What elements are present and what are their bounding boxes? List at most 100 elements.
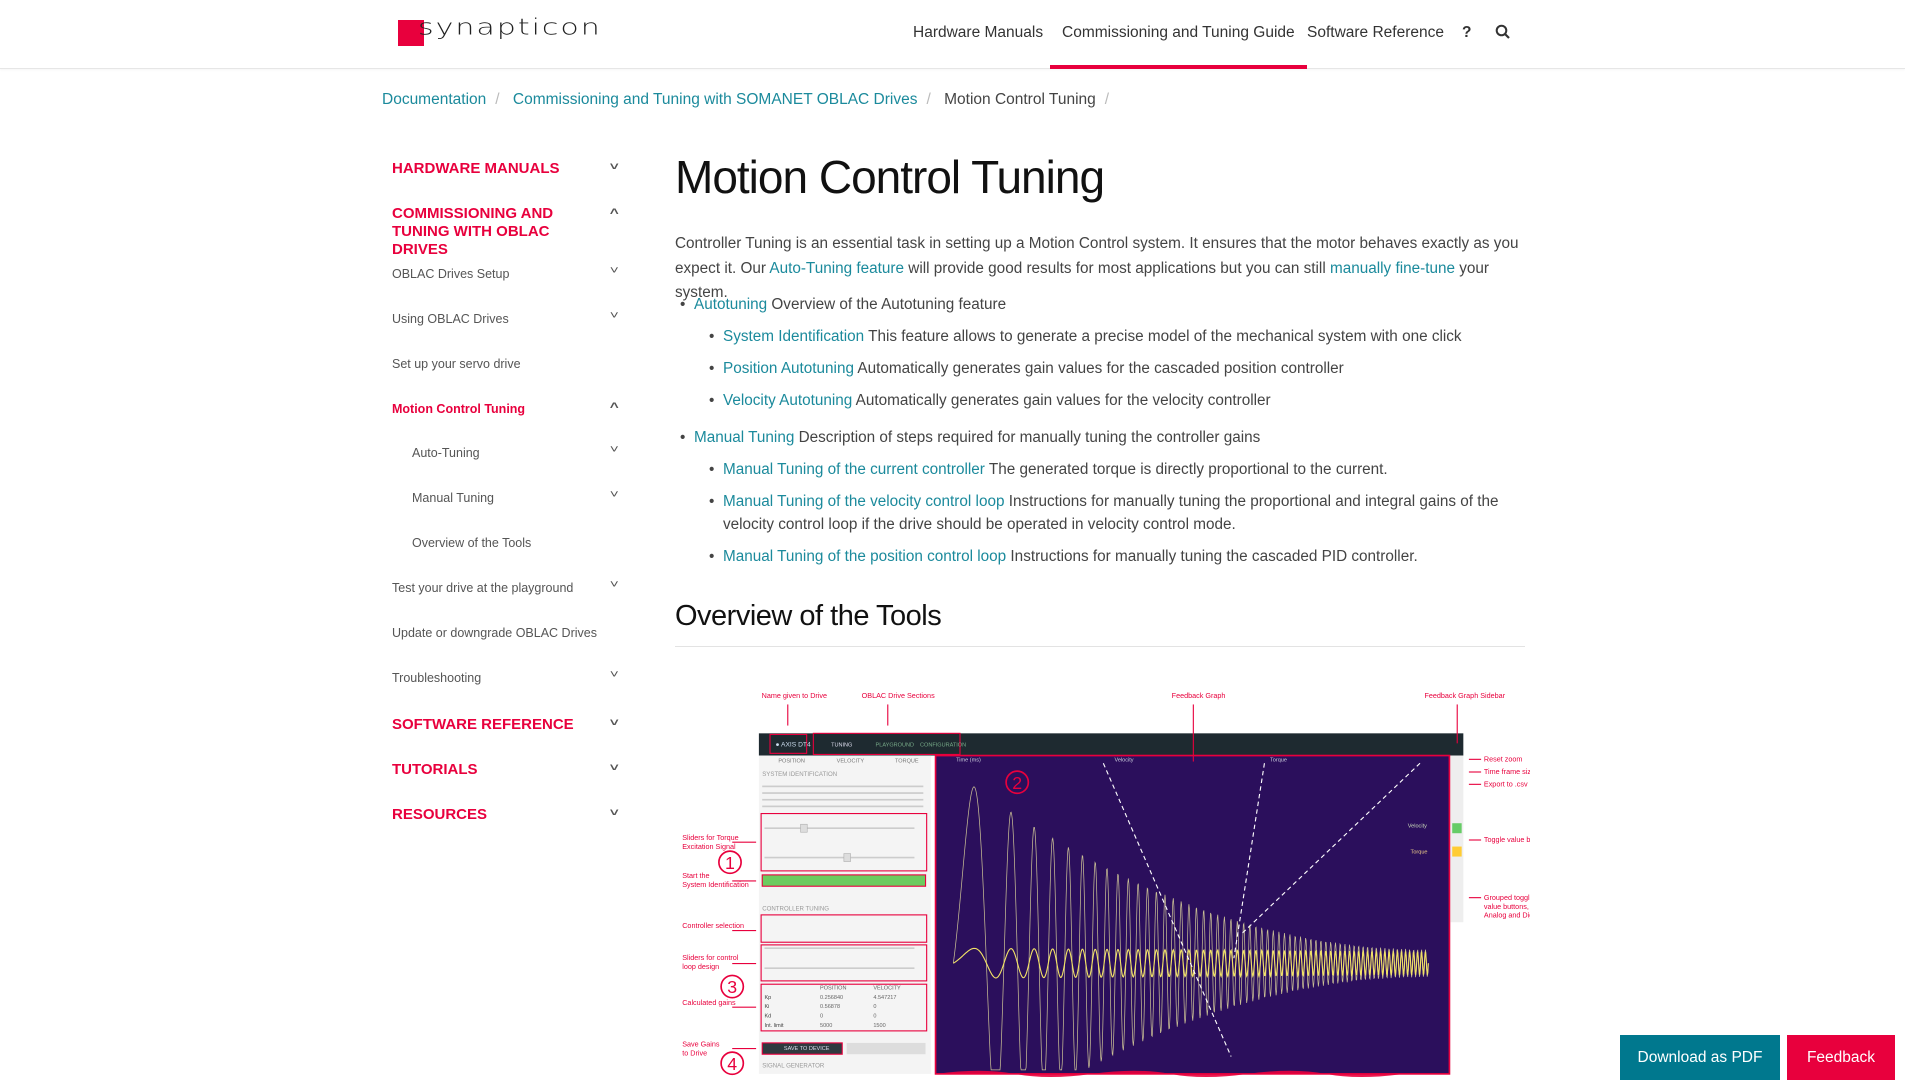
chevron-down-icon[interactable]: ˅ (609, 489, 618, 501)
svg-text:TUNING: TUNING (831, 743, 852, 749)
fine-tune-link[interactable]: manually fine-tune (1330, 260, 1455, 277)
list-item-link[interactable]: Velocity Autotuning (723, 392, 852, 409)
svg-text:Sliders for control: Sliders for control (682, 953, 739, 962)
feedback-button[interactable]: Feedback (1787, 1035, 1895, 1080)
sidebar-item-label: Motion Control Tuning (392, 402, 526, 416)
chevron-up-icon[interactable]: ˄ (609, 400, 618, 412)
svg-text:Time (ms): Time (ms) (956, 758, 981, 764)
svg-text:Save Gains: Save Gains (682, 1040, 720, 1049)
breadcrumb-documentation[interactable]: Documentation (382, 91, 486, 108)
chevron-up-icon[interactable]: ˄ (609, 203, 618, 221)
svg-text:CONTROLLER TUNING: CONTROLLER TUNING (762, 906, 829, 913)
sidebar-item-label: HARDWARE MANUALS (392, 160, 560, 177)
chevron-down-icon[interactable]: ˅ (609, 265, 618, 277)
sidebar-item-test-your-drive-at-the-playground[interactable]: Test your drive at the playground ˅ (392, 579, 618, 595)
sidebar-item-update-or-downgrade-oblac-drives[interactable]: Update or downgrade OBLAC Drives (392, 626, 617, 640)
sidebar-item-label: Using OBLAC Drives (392, 312, 509, 326)
nav-hardware-manuals[interactable]: Hardware Manuals (913, 0, 1043, 69)
list-item: Velocity Autotuning Automatically genera… (709, 389, 1525, 412)
svg-text:loop design: loop design (682, 962, 719, 971)
sidebar-item-hardware-manuals[interactable]: HARDWARE MANUALS ˅ (392, 158, 618, 178)
list-item: Manual Tuning of the current controller … (709, 458, 1525, 481)
svg-text:3: 3 (727, 977, 737, 997)
sidebar-item-tutorials[interactable]: TUTORIALS ˅ (392, 759, 618, 779)
svg-text:Calculated gains: Calculated gains (682, 998, 736, 1007)
svg-text:Velocity: Velocity (1408, 824, 1427, 830)
chevron-down-icon[interactable]: ˅ (609, 310, 618, 322)
svg-text:VELOCITY: VELOCITY (873, 986, 901, 992)
synapticon-logo[interactable]: synapticon (398, 14, 638, 46)
sidebar-item-manual-tuning[interactable]: Manual Tuning ˅ (392, 489, 618, 505)
help-icon[interactable]: ? (1462, 0, 1471, 69)
chevron-down-icon[interactable]: ˅ (609, 714, 618, 732)
list-item-link[interactable]: Position Autotuning (723, 360, 854, 377)
svg-text:Excitation Signal: Excitation Signal (682, 842, 736, 851)
search-icon[interactable] (1495, 24, 1511, 40)
svg-text:2: 2 (1012, 773, 1022, 793)
svg-text:to Drive: to Drive (682, 1048, 707, 1057)
sidebar-item-software-reference[interactable]: SOFTWARE REFERENCE ˅ (392, 714, 618, 734)
svg-text:Reset zoom: Reset zoom (1484, 755, 1523, 764)
svg-text:Ki: Ki (764, 1004, 769, 1010)
breadcrumb-commissioning[interactable]: Commissioning and Tuning with SOMANET OB… (513, 91, 918, 108)
list-item-link[interactable]: Manual Tuning (694, 429, 794, 446)
svg-text:Feedback Graph: Feedback Graph (1172, 691, 1226, 700)
graph-sidebar (1450, 755, 1464, 923)
sidebar-item-auto-tuning[interactable]: Auto-Tuning ˅ (392, 444, 618, 460)
download-pdf-button[interactable]: Download as PDF (1620, 1035, 1780, 1080)
svg-text:Velocity: Velocity (1114, 758, 1133, 764)
toggle-velocity-button (1452, 823, 1462, 834)
chevron-down-icon[interactable]: ˅ (609, 579, 618, 591)
svg-text:OBLAC Drive Sections: OBLAC Drive Sections (862, 691, 935, 700)
list-item-link[interactable]: System Identification (723, 328, 864, 345)
page-title: Motion Control Tuning (675, 151, 1105, 203)
list-item-link[interactable]: Manual Tuning of the position control lo… (723, 548, 1006, 565)
list-item-link[interactable]: Autotuning (694, 296, 767, 313)
sidebar-item-label: Test your drive at the playground (392, 581, 574, 595)
sidebar-item-commissioning-and-tuning-with-oblac-drives[interactable]: COMMISSIONING AND TUNING WITH OBLAC DRIV… (392, 203, 618, 259)
svg-text:System Identification: System Identification (682, 880, 749, 889)
chevron-down-icon[interactable]: ˅ (609, 759, 618, 777)
svg-text:0: 0 (873, 1004, 876, 1010)
list-item-link[interactable]: Manual Tuning of the current controller (723, 461, 985, 478)
section-heading: Overview of the Tools (675, 600, 942, 632)
svg-text:Time frame size: Time frame size (1484, 767, 1530, 776)
auto-tuning-link[interactable]: Auto-Tuning feature (769, 260, 904, 277)
sidebar-item-overview-of-the-tools[interactable]: Overview of the Tools (392, 536, 617, 550)
svg-text:5000: 5000 (820, 1023, 832, 1029)
sidebar-item-label: Troubleshooting (392, 671, 482, 685)
nav-software-reference[interactable]: Software Reference (1307, 0, 1444, 69)
svg-text:Torque: Torque (1270, 758, 1287, 764)
svg-text:SYSTEM IDENTIFICATION: SYSTEM IDENTIFICATION (762, 771, 837, 778)
list-item: Manual Tuning of the velocity control lo… (709, 490, 1525, 536)
sidebar-item-motion-control-tuning[interactable]: Motion Control Tuning ˄ (392, 400, 618, 416)
sidebar-item-label: TUTORIALS (392, 761, 478, 778)
app-topbar (758, 733, 1464, 756)
breadcrumb: Documentation / Commissioning and Tuning … (382, 91, 1110, 108)
chevron-down-icon[interactable]: ˅ (609, 669, 618, 681)
sidebar-item-using-oblac-drives[interactable]: Using OBLAC Drives ˅ (392, 310, 618, 326)
svg-text:Sliders for Torque: Sliders for Torque (682, 833, 738, 842)
list-item: Autotuning Overview of the Autotuning fe… (680, 293, 1525, 316)
sidebar-item-label: Update or downgrade OBLAC Drives (392, 626, 597, 640)
chevron-down-icon[interactable]: ˅ (609, 804, 618, 822)
sidebar-item-resources[interactable]: RESOURCES ˅ (392, 804, 618, 824)
sidebar-item-troubleshooting[interactable]: Troubleshooting ˅ (392, 669, 618, 685)
tools-overview-figure: ● AXIS DT4 TUNING PLAYGROUND CONFIGURATION P… (670, 660, 1530, 1080)
sidebar-item-label: Auto-Tuning (412, 446, 480, 460)
sidebar-item-oblac-drives-setup[interactable]: OBLAC Drives Setup ˅ (392, 265, 618, 281)
svg-text:Int. limit: Int. limit (764, 1023, 784, 1029)
sidebar-item-set-up-your-servo-drive[interactable]: Set up your servo drive (392, 357, 617, 371)
svg-text:Grouped toggle: Grouped toggle (1484, 893, 1530, 902)
nav-commissioning-guide[interactable]: Commissioning and Tuning Guide (1050, 0, 1307, 69)
sidebar-item-label: Set up your servo drive (392, 357, 521, 371)
sidebar-item-label: RESOURCES (392, 806, 488, 823)
svg-text:4.547217: 4.547217 (873, 995, 896, 1001)
list-item-link[interactable]: Manual Tuning of the velocity control lo… (723, 493, 1004, 510)
chevron-down-icon[interactable]: ˅ (609, 444, 618, 456)
svg-text:Controller selection: Controller selection (682, 921, 744, 930)
svg-text:POSITION: POSITION (820, 986, 847, 992)
list-item: Manual Tuning Description of steps requi… (680, 426, 1525, 449)
svg-text:Name given to Drive: Name given to Drive (762, 691, 827, 700)
chevron-down-icon[interactable]: ˅ (609, 158, 618, 176)
